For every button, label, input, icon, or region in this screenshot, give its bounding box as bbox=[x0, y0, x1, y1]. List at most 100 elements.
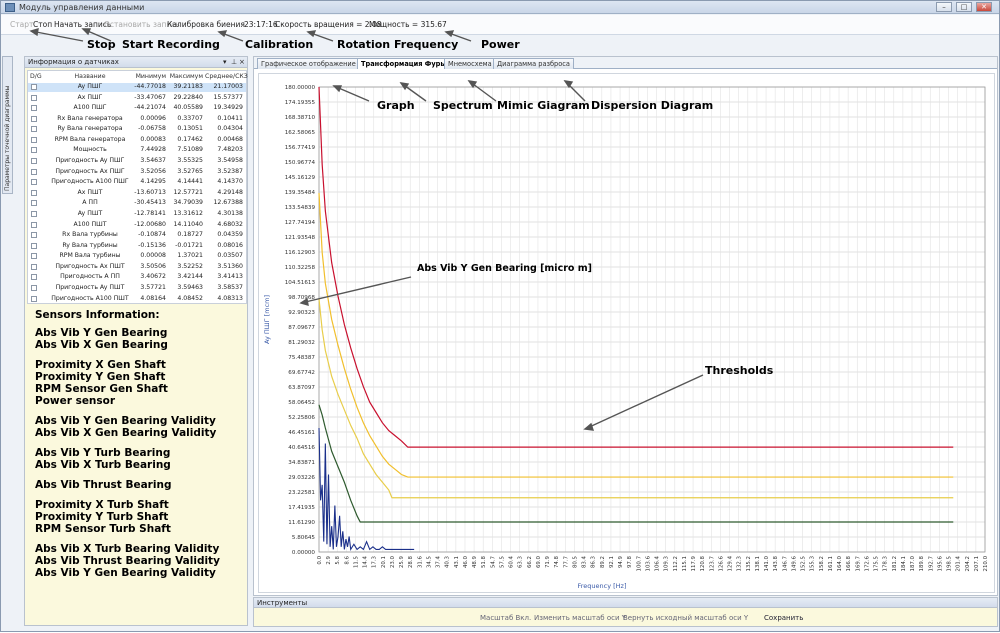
table-cell: 4.14441 bbox=[177, 178, 203, 186]
legend-item: Abs Vib X Turb Bearing bbox=[35, 459, 171, 471]
pin-icon[interactable]: ▾ bbox=[223, 58, 227, 66]
y-tick-label: 81.29032 bbox=[288, 340, 315, 346]
stop-button[interactable]: Стоп bbox=[33, 20, 52, 29]
calibration-button[interactable]: Калибровка биения bbox=[167, 20, 245, 29]
row-checkbox[interactable] bbox=[31, 284, 37, 291]
column-header[interactable]: Среднее/СКЗ bbox=[205, 73, 248, 82]
row-checkbox[interactable] bbox=[31, 189, 37, 196]
column-header[interactable]: Название bbox=[46, 73, 134, 82]
table-row[interactable]: Пригодность A100 ПШТ 4.08164 4.08452 4.0831… bbox=[28, 295, 246, 304]
tool-button[interactable]: Масштаб Вкл. bbox=[480, 614, 531, 622]
table-row[interactable]: Пригодность Ax ПШГ 3.52056 3.52765 3.52387 bbox=[28, 168, 246, 177]
table-row[interactable]: A100 ПШТ -12.00680 14.11040 4.68032 bbox=[28, 221, 246, 230]
table-row[interactable]: Ax ПШГ -33.47067 29.22840 15.57377 bbox=[28, 94, 246, 103]
table-cell: 4.68032 bbox=[217, 220, 243, 228]
row-checkbox[interactable] bbox=[31, 295, 37, 302]
x-tick-label: 129.4 bbox=[728, 555, 734, 571]
legend-item: Abs Vib X Gen Bearing bbox=[35, 339, 168, 351]
table-row[interactable]: Ay ПШТ -12.78141 13.31612 4.30138 bbox=[28, 210, 246, 219]
legend-item: RPM Sensor Gen Shaft bbox=[35, 383, 168, 395]
table-row[interactable]: Ay ПШГ -44.77018 39.21183 21.17003 bbox=[28, 83, 246, 92]
x-tick-label: 161.1 bbox=[828, 556, 834, 571]
table-cell: Ay ПШГ bbox=[77, 83, 103, 90]
table-row[interactable]: Пригодность A ПП 3.40672 3.42144 3.41413 bbox=[28, 273, 246, 282]
table-cell: 7.48203 bbox=[217, 146, 243, 154]
table-row[interactable]: Ax ПШТ -13.60713 12.57721 4.29148 bbox=[28, 189, 246, 198]
row-checkbox[interactable] bbox=[31, 158, 37, 165]
table-row[interactable]: Ry Вала генератора -0.06758 0.13051 0.04304 bbox=[28, 125, 246, 134]
table-row[interactable]: A ПП -30.45413 34.79039 12.67388 bbox=[28, 199, 246, 208]
column-header[interactable]: Максимум bbox=[168, 73, 203, 82]
row-checkbox[interactable] bbox=[31, 94, 37, 101]
spectrum-chart[interactable]: 180.00000 174.19355 168.38710 162.58065 156.… bbox=[258, 73, 995, 593]
row-checkbox[interactable] bbox=[31, 84, 37, 90]
x-tick-label: 158.2 bbox=[819, 556, 825, 571]
table-cell: 12.57721 bbox=[173, 188, 203, 196]
start-recording-button[interactable]: Начать запись bbox=[54, 20, 111, 29]
tab-1[interactable]: Трансформация Фурье bbox=[357, 58, 453, 69]
start-button[interactable]: Старт bbox=[10, 20, 33, 29]
rotation-frequency-label: Скорость вращения = 2.08 bbox=[275, 20, 382, 29]
tool-button[interactable]: Вернуть исходный масштаб оси Y bbox=[623, 614, 748, 622]
app-window: Модуль управления данными – □ ✕ Старт Ст… bbox=[0, 0, 1000, 632]
tool-button[interactable]: Сохранить bbox=[764, 614, 803, 622]
tool-button[interactable]: Изменить масштаб оси Y bbox=[534, 614, 626, 622]
tab-3[interactable]: Диаграмма разброса bbox=[493, 58, 574, 69]
row-checkbox[interactable] bbox=[31, 126, 37, 133]
sensors-panel: Информация о датчиках ▾ ⊥ × D/G Название М… bbox=[24, 56, 248, 626]
row-checkbox[interactable] bbox=[31, 263, 37, 270]
table-cell: 3.52056 bbox=[140, 167, 166, 175]
row-checkbox[interactable] bbox=[31, 221, 37, 228]
row-checkbox[interactable] bbox=[31, 274, 37, 281]
row-checkbox[interactable] bbox=[31, 242, 37, 249]
table-cell: -13.60713 bbox=[134, 188, 166, 196]
table-cell: 14.11040 bbox=[173, 220, 203, 228]
table-row[interactable]: Rx Вала турбины -0.10874 0.18727 0.04359 bbox=[28, 231, 246, 240]
legend-item: Abs Vib Thrust Bearing Validity bbox=[35, 555, 220, 567]
table-row[interactable]: Rx Вала генератора 0.00096 0.33707 0.10411 bbox=[28, 115, 246, 124]
table-cell: 3.51360 bbox=[217, 262, 243, 270]
table-row[interactable]: RPM Вала турбины 0.00008 1.37021 0.03507 bbox=[28, 252, 246, 261]
tab-2[interactable]: Мнемосхема bbox=[444, 58, 496, 69]
tab-0[interactable]: Графическое отображение bbox=[257, 58, 360, 69]
x-tick-label: 198.5 bbox=[947, 556, 953, 571]
close-button[interactable]: ✕ bbox=[976, 2, 992, 12]
y-tick-label: 29.03226 bbox=[288, 475, 315, 481]
table-row[interactable]: Пригодность Ax ПШТ 3.50506 3.52252 3.51360 bbox=[28, 263, 246, 272]
table-cell: 3.52387 bbox=[217, 167, 243, 175]
column-header[interactable]: Минимум bbox=[132, 73, 166, 82]
minimize-button[interactable]: – bbox=[936, 2, 952, 12]
annotation-power: Power bbox=[481, 38, 520, 51]
row-checkbox[interactable] bbox=[31, 253, 37, 260]
x-tick-label: 60.4 bbox=[509, 555, 515, 568]
close-icon[interactable]: × bbox=[239, 58, 245, 66]
y-tick-label: 17.41935 bbox=[288, 505, 315, 511]
row-checkbox[interactable] bbox=[31, 147, 37, 154]
series-line-green bbox=[318, 404, 954, 523]
y-tick-label: 168.38710 bbox=[285, 115, 316, 121]
row-checkbox[interactable] bbox=[31, 105, 37, 112]
table-row[interactable]: RPM Вала генератора 0.00083 0.17462 0.00468 bbox=[28, 136, 246, 145]
column-header[interactable]: D/G bbox=[30, 73, 42, 82]
maximize-button[interactable]: □ bbox=[956, 2, 972, 12]
x-tick-label: 187.0 bbox=[910, 555, 916, 571]
x-tick-label: 34.5 bbox=[426, 556, 432, 568]
table-row[interactable]: Пригодность A100 ПШГ 4.14295 4.14441 4.1437… bbox=[28, 178, 246, 187]
row-checkbox[interactable] bbox=[31, 115, 37, 122]
table-row[interactable]: Пригодность Ay ПШГ 3.54637 3.55325 3.54958 bbox=[28, 157, 246, 166]
table-row[interactable]: Ry Вала турбины -0.15136 -0.01721 0.08016 bbox=[28, 242, 246, 251]
row-checkbox[interactable] bbox=[31, 232, 37, 239]
y-tick-label: 40.64516 bbox=[288, 445, 315, 451]
legend-item: Abs Vib Y Turb Bearing bbox=[35, 447, 171, 459]
table-row[interactable]: Мощность 7.44928 7.51089 7.48203 bbox=[28, 146, 246, 155]
pin-icon[interactable]: ⊥ bbox=[231, 58, 237, 66]
row-checkbox[interactable] bbox=[31, 136, 37, 143]
row-checkbox[interactable] bbox=[31, 210, 37, 217]
table-row[interactable]: A100 ПШГ -44.21074 40.05589 19.34929 bbox=[28, 104, 246, 113]
table-cell: 0.17462 bbox=[177, 135, 203, 143]
row-checkbox[interactable] bbox=[31, 168, 37, 175]
table-row[interactable]: Пригодность Ay ПШТ 3.57721 3.59463 3.58537 bbox=[28, 284, 246, 293]
row-checkbox[interactable] bbox=[31, 200, 37, 207]
side-tab-scatter-params[interactable]: Параметры точечной диаграммы bbox=[2, 56, 13, 194]
row-checkbox[interactable] bbox=[31, 179, 37, 186]
